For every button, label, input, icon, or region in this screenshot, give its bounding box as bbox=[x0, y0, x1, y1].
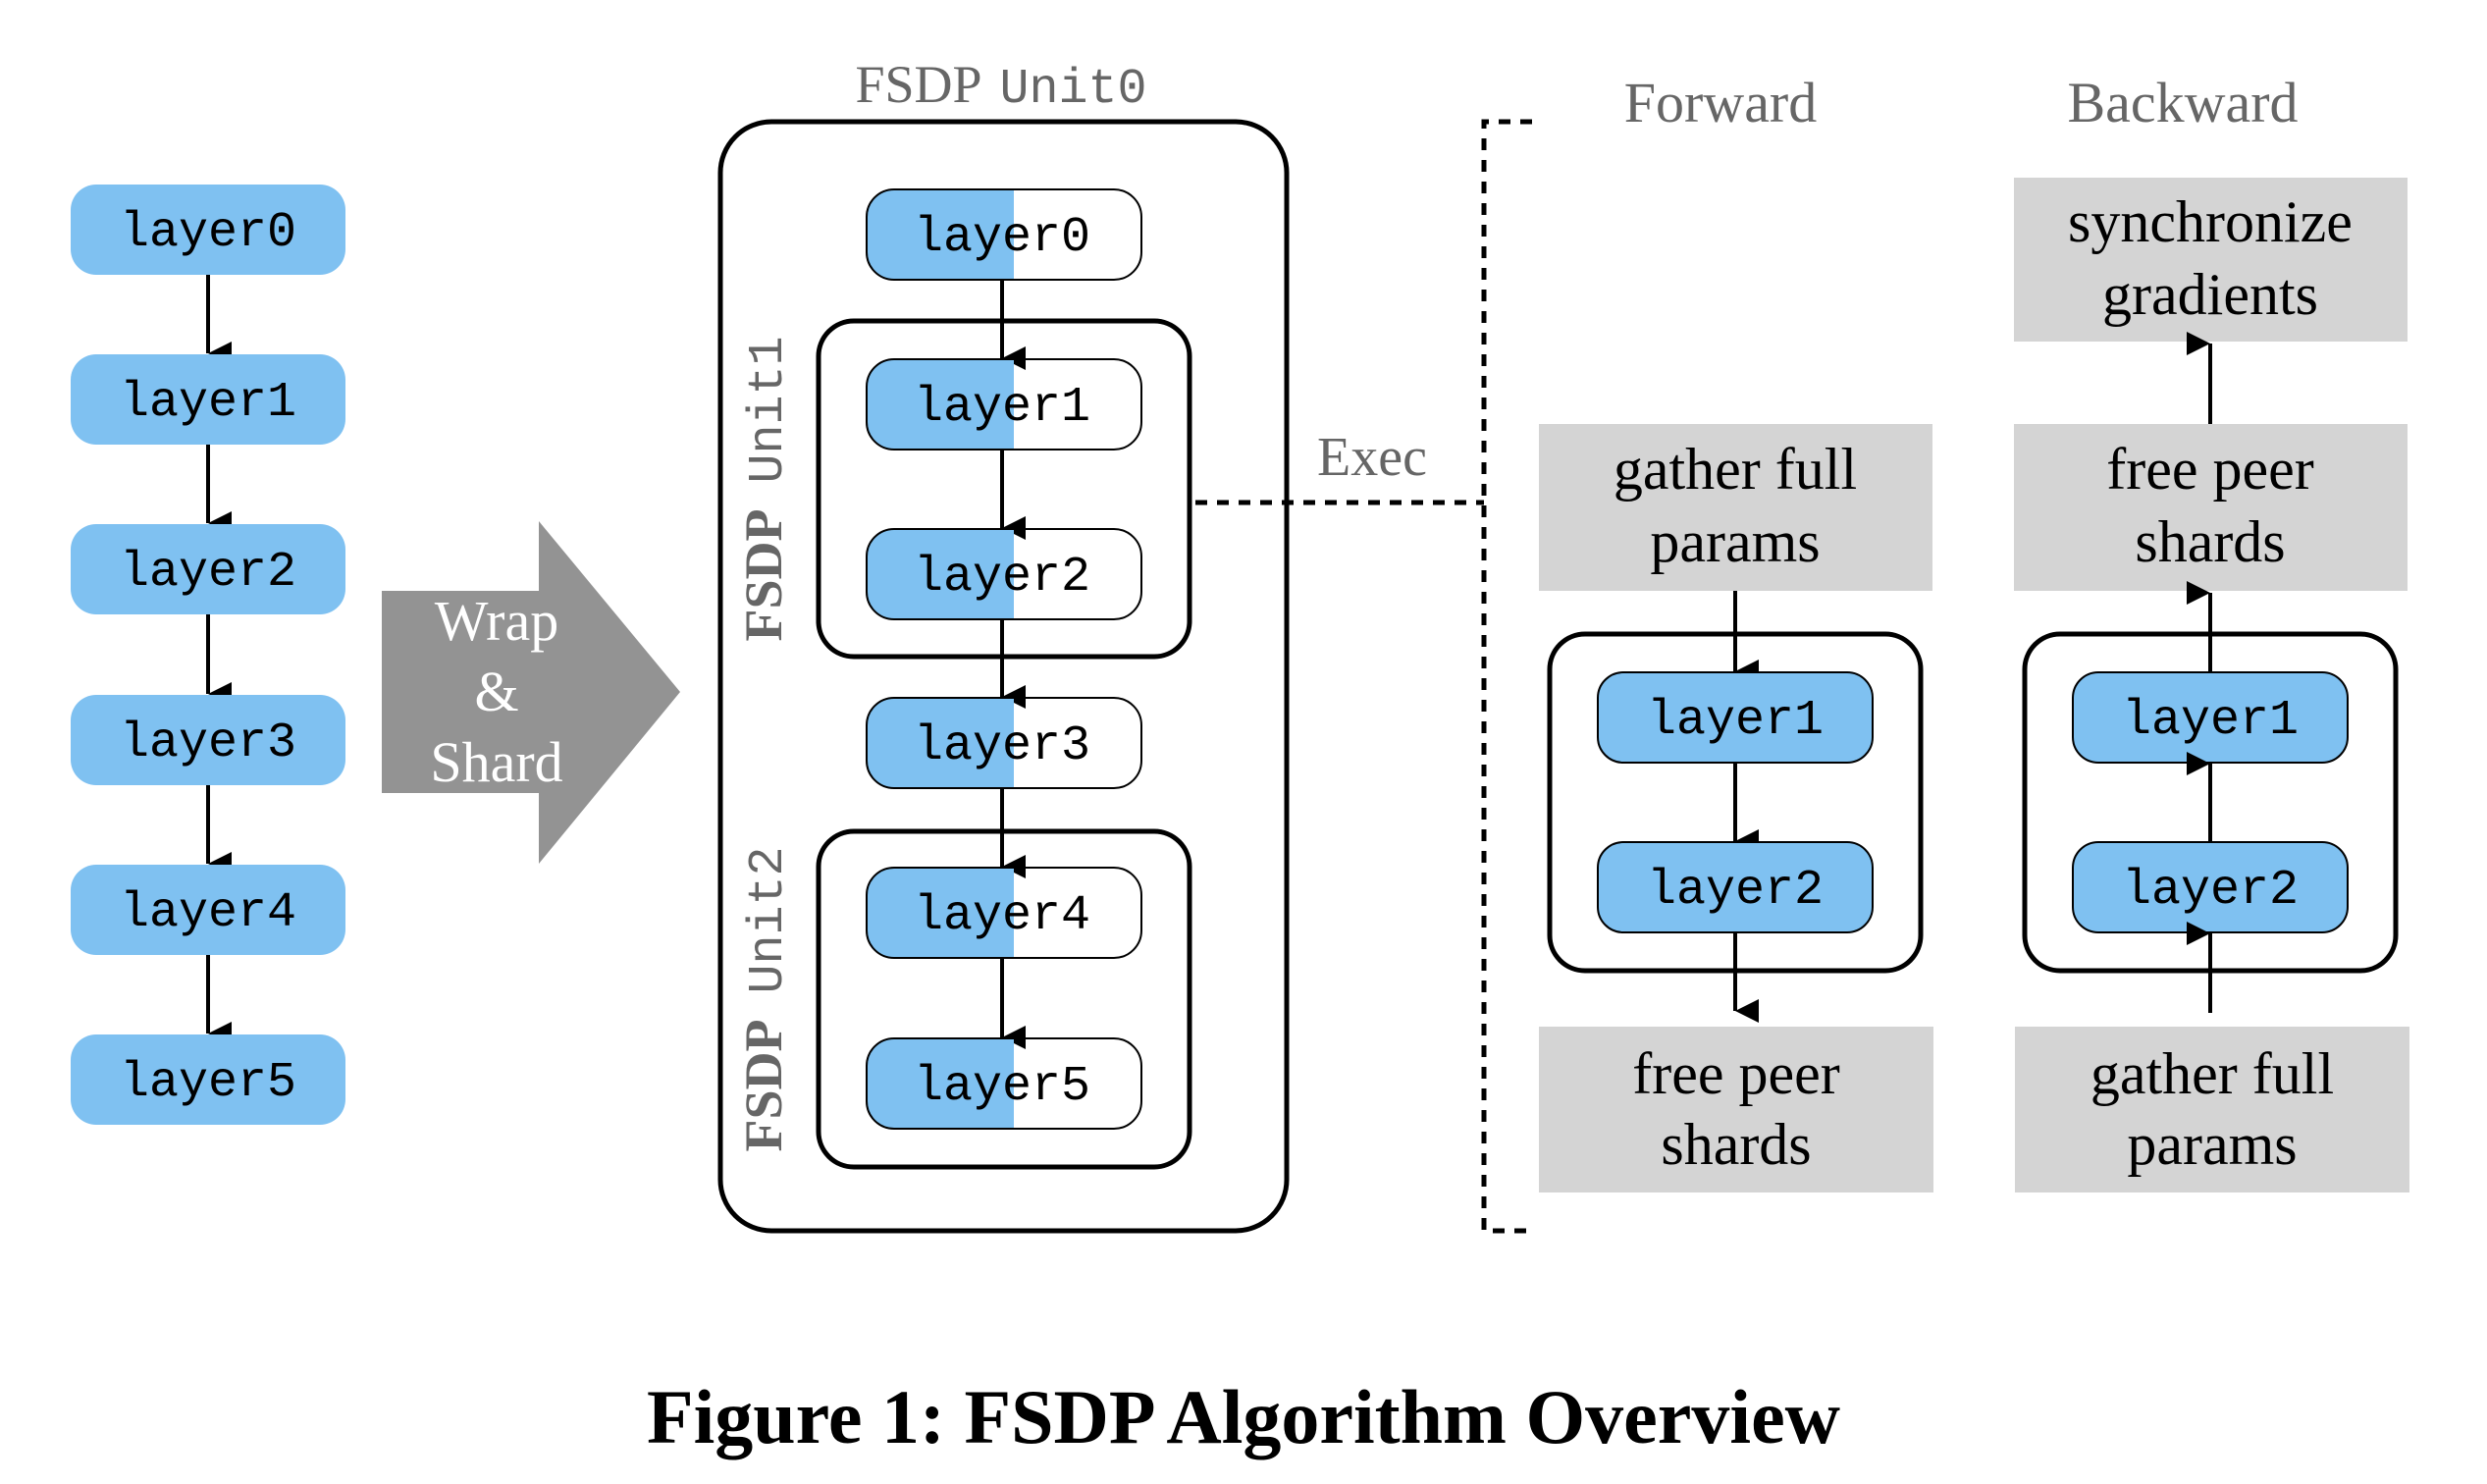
fsdp-figure: layer0 layer1 layer2 layer3 layer4 layer… bbox=[0, 0, 2487, 1484]
orig-layer-3-label: layer3 bbox=[120, 716, 296, 771]
ampersand-label: & bbox=[474, 660, 518, 723]
unit0-title-unit: Unit0 bbox=[1000, 62, 1147, 118]
fwd-free-line2: shards bbox=[1661, 1112, 1811, 1177]
fwd-layer-2-label: layer2 bbox=[1647, 863, 1824, 919]
bwd-free-line2: shards bbox=[2135, 509, 2285, 574]
diagram-svg: layer0 layer1 layer2 layer3 layer4 layer… bbox=[71, 55, 2409, 1459]
forward-column: Forward gather full params layer1 layer2… bbox=[1539, 71, 1933, 1192]
orig-layer-1-label: layer1 bbox=[120, 375, 296, 431]
fwd-gather-line2: params bbox=[1650, 509, 1820, 574]
bwd-layer-1-label: layer1 bbox=[2122, 693, 2299, 749]
fwd-layer-1: layer1 bbox=[1597, 671, 1874, 764]
shard-layer-4-label: layer4 bbox=[914, 888, 1090, 944]
orig-layer-3: layer3 bbox=[71, 695, 345, 785]
orig-layer-4-label: layer4 bbox=[120, 885, 296, 941]
shard-layer-1: layer1 bbox=[866, 358, 1142, 450]
orig-layer-1: layer1 bbox=[71, 354, 345, 445]
backward-title: Backward bbox=[2067, 71, 2298, 134]
shard-layer-1-label: layer1 bbox=[914, 380, 1090, 436]
shard-layer-2-label: layer2 bbox=[914, 550, 1090, 606]
unit1-label: FSDP Unit1 bbox=[734, 336, 797, 641]
forward-title: Forward bbox=[1624, 71, 1818, 134]
shard-layer-3-label: layer3 bbox=[914, 718, 1090, 774]
orig-layer-5: layer5 bbox=[71, 1034, 345, 1125]
unit2-label: FSDP Unit2 bbox=[734, 846, 797, 1151]
shard-label: Shard bbox=[430, 730, 562, 794]
shard-layer-3: layer3 bbox=[866, 697, 1142, 789]
fwd-gather-line1: gather full bbox=[1614, 437, 1857, 502]
exec-connector: Exec bbox=[1195, 119, 1532, 1234]
bwd-gather-line2: params bbox=[2127, 1112, 2297, 1177]
bwd-gather-line1: gather full bbox=[2090, 1041, 2334, 1106]
shard-layer-0-label: layer0 bbox=[914, 210, 1090, 266]
bwd-layer-2: layer2 bbox=[2072, 841, 2349, 933]
orig-layer-4: layer4 bbox=[71, 865, 345, 955]
wrap-shard-arrow-shape bbox=[382, 521, 680, 864]
unit1-label-fsdp: FSDP bbox=[734, 509, 793, 642]
bwd-sync-line2: gradients bbox=[2102, 262, 2318, 327]
wrap-label: Wrap bbox=[435, 589, 558, 653]
exec-bracket bbox=[1481, 119, 1532, 1234]
fsdp-unit0: FSDP Unit0 FSDP Unit1 FSDP Unit2 layer0 … bbox=[717, 55, 1290, 1234]
wrap-shard-arrow: Wrap & Shard bbox=[382, 521, 680, 864]
bwd-sync-line1: synchronize bbox=[2068, 189, 2353, 254]
unit0-title-fsdp: FSDP bbox=[855, 55, 981, 114]
shard-layer-5: layer5 bbox=[866, 1037, 1142, 1130]
orig-layer-2: layer2 bbox=[71, 524, 345, 614]
unit0-title: FSDP Unit0 bbox=[855, 55, 1146, 118]
original-model: layer0 layer1 layer2 layer3 layer4 layer… bbox=[71, 185, 345, 1125]
bwd-free-line1: free peer bbox=[2106, 437, 2313, 502]
exec-label: Exec bbox=[1317, 427, 1427, 488]
bwd-layer-1: layer1 bbox=[2072, 671, 2349, 764]
backward-column: Backward synchronize gradients free peer… bbox=[2014, 71, 2409, 1192]
fwd-layer-2: layer2 bbox=[1597, 841, 1874, 933]
orig-layer-0-label: layer0 bbox=[120, 205, 296, 261]
figure-caption: Figure 1: FSDP Algorithm Overview bbox=[647, 1374, 1840, 1459]
orig-layer-5-label: layer5 bbox=[120, 1055, 296, 1111]
shard-layer-2: layer2 bbox=[866, 528, 1142, 620]
shard-layer-5-label: layer5 bbox=[914, 1059, 1090, 1115]
orig-layer-0: layer0 bbox=[71, 185, 345, 275]
fwd-layer-1-label: layer1 bbox=[1647, 693, 1824, 749]
bwd-layer-2-label: layer2 bbox=[2122, 863, 2299, 919]
fwd-free-line1: free peer bbox=[1632, 1041, 1839, 1106]
shard-layer-0: layer0 bbox=[866, 188, 1142, 281]
shard-layer-4: layer4 bbox=[866, 867, 1142, 959]
unit2-label-unit: Unit2 bbox=[741, 846, 797, 993]
orig-layer-2-label: layer2 bbox=[120, 545, 296, 601]
unit2-label-fsdp: FSDP bbox=[734, 1020, 793, 1152]
unit1-label-unit: Unit1 bbox=[741, 336, 797, 483]
